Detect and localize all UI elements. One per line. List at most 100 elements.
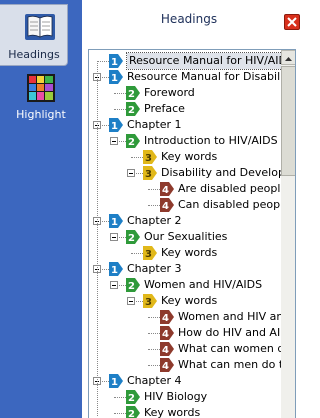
tree-item[interactable]: 3 Key words xyxy=(89,293,281,309)
svg-text:1: 1 xyxy=(111,73,118,84)
collapse-toggle-icon[interactable] xyxy=(110,233,118,241)
svg-text:1: 1 xyxy=(111,121,118,132)
collapse-toggle-icon[interactable] xyxy=(127,169,135,177)
tree-guide xyxy=(97,61,98,416)
tree-item[interactable]: 4 What can men do t xyxy=(89,357,281,373)
svg-text:3: 3 xyxy=(145,297,152,308)
tree-item-label: Are disabled people xyxy=(178,182,281,195)
tree-item[interactable]: 1 Chapter 2 xyxy=(89,213,281,229)
svg-text:2: 2 xyxy=(128,137,135,148)
heading-level-2-icon: 2 xyxy=(126,86,140,100)
vertical-scrollbar[interactable] xyxy=(281,50,295,418)
tree-item[interactable]: 2 Key words xyxy=(89,405,281,418)
tree-item-label: Chapter 3 xyxy=(127,262,182,275)
tree-item[interactable]: 4 What can women d xyxy=(89,341,281,357)
heading-level-4-icon: 4 xyxy=(160,310,174,324)
tree-item[interactable]: 3 Key words xyxy=(89,149,281,165)
scroll-up-button[interactable] xyxy=(281,50,295,65)
heading-level-3-icon: 3 xyxy=(143,294,157,308)
heading-level-3-icon: 3 xyxy=(143,150,157,164)
tree-item[interactable]: 4 Can disabled people xyxy=(89,197,281,213)
tree-item[interactable]: 2 Our Sexualities xyxy=(89,229,281,245)
svg-text:4: 4 xyxy=(162,329,169,340)
svg-text:2: 2 xyxy=(128,281,135,292)
heading-level-2-icon: 2 xyxy=(126,102,140,116)
color-grid-icon xyxy=(27,74,55,102)
close-icon xyxy=(287,17,297,27)
svg-text:2: 2 xyxy=(128,105,135,116)
tree-item-label: Key words xyxy=(161,150,218,163)
svg-text:2: 2 xyxy=(128,393,135,404)
tree-item[interactable]: 2 Women and HIV/AIDS xyxy=(89,277,281,293)
collapse-toggle-icon[interactable] xyxy=(110,137,118,145)
svg-text:3: 3 xyxy=(145,153,152,164)
close-button[interactable] xyxy=(284,14,300,30)
tree-item[interactable]: 2 Foreword xyxy=(89,85,281,101)
heading-level-1-icon: 1 xyxy=(109,70,123,84)
tree-item-label: How do HIV and AII xyxy=(178,326,281,339)
tree-item[interactable]: 3 Disability and Developm xyxy=(89,165,281,181)
tree-item[interactable]: 1 Chapter 3 xyxy=(89,261,281,277)
svg-text:2: 2 xyxy=(128,89,135,100)
tree-item-label: Women and HIV an xyxy=(178,310,281,323)
tree-item-label: Key words xyxy=(161,246,218,259)
tree-item-label: Resource Manual for Disability a xyxy=(127,70,281,83)
tree-item-label: Chapter 2 xyxy=(127,214,182,227)
arrow-up-icon xyxy=(285,57,292,61)
heading-level-4-icon: 4 xyxy=(160,198,174,212)
panel-title: Headings xyxy=(160,12,218,26)
heading-level-1-icon: 1 xyxy=(109,54,123,68)
tree-item[interactable]: 1 Chapter 4 xyxy=(89,373,281,389)
svg-text:1: 1 xyxy=(111,377,118,388)
tree-item-label: Foreword xyxy=(144,86,195,99)
headings-tab[interactable]: Headings xyxy=(0,4,68,66)
tree-item[interactable]: 4 How do HIV and AII xyxy=(89,325,281,341)
heading-level-3-icon: 3 xyxy=(143,246,157,260)
tree-item-label: Chapter 1 xyxy=(127,118,182,131)
svg-text:4: 4 xyxy=(162,345,169,356)
tree-item-label: HIV Biology xyxy=(144,390,208,403)
tree-item[interactable]: 1 Resource Manual for HIV/AIDS xyxy=(89,52,281,70)
tree-item-label: What can men do t xyxy=(178,358,281,371)
svg-text:1: 1 xyxy=(111,57,118,68)
panel-titlebar: Headings xyxy=(82,0,308,44)
svg-text:4: 4 xyxy=(162,313,169,324)
scroll-thumb[interactable] xyxy=(281,66,295,176)
highlight-tab[interactable]: Highlight xyxy=(0,72,82,122)
heading-level-2-icon: 2 xyxy=(126,134,140,148)
tree-item[interactable]: 2 HIV Biology xyxy=(89,389,281,405)
headings-tab-label: Headings xyxy=(8,48,60,61)
heading-level-4-icon: 4 xyxy=(160,358,174,372)
left-rail: Headings Highlight xyxy=(0,0,82,418)
heading-level-2-icon: 2 xyxy=(126,230,140,244)
tree-item-label: Can disabled people xyxy=(178,198,281,211)
heading-level-2-icon: 2 xyxy=(126,406,140,418)
heading-level-2-icon: 2 xyxy=(126,278,140,292)
tree-item[interactable]: 2 Preface xyxy=(89,101,281,117)
svg-text:3: 3 xyxy=(145,169,152,180)
svg-text:1: 1 xyxy=(111,217,118,228)
heading-level-4-icon: 4 xyxy=(160,326,174,340)
tree-item-label: Key words xyxy=(144,406,201,418)
tree-item-label: What can women d xyxy=(178,342,281,355)
heading-level-1-icon: 1 xyxy=(109,214,123,228)
svg-text:4: 4 xyxy=(162,361,169,372)
heading-level-1-icon: 1 xyxy=(109,118,123,132)
tree-item-label: Introduction to HIV/AIDS ar xyxy=(144,134,281,147)
collapse-toggle-icon[interactable] xyxy=(110,281,118,289)
heading-level-2-icon: 2 xyxy=(126,390,140,404)
tree-item[interactable]: 1 Resource Manual for Disability a xyxy=(89,69,281,85)
svg-text:2: 2 xyxy=(128,233,135,244)
heading-level-4-icon: 4 xyxy=(160,182,174,196)
book-icon xyxy=(24,12,56,42)
tree-item[interactable]: 1 Chapter 1 xyxy=(89,117,281,133)
tree-item[interactable]: 2 Introduction to HIV/AIDS ar xyxy=(89,133,281,149)
tree-item-label: Preface xyxy=(144,102,185,115)
collapse-toggle-icon[interactable] xyxy=(127,297,135,305)
tree-item-label: Chapter 4 xyxy=(127,374,182,387)
tree-item-label: Disability and Developm xyxy=(161,166,281,179)
tree-item[interactable]: 4 Women and HIV an xyxy=(89,309,281,325)
tree-item[interactable]: 4 Are disabled people xyxy=(89,181,281,197)
tree-item[interactable]: 3 Key words xyxy=(89,245,281,261)
heading-level-3-icon: 3 xyxy=(143,166,157,180)
